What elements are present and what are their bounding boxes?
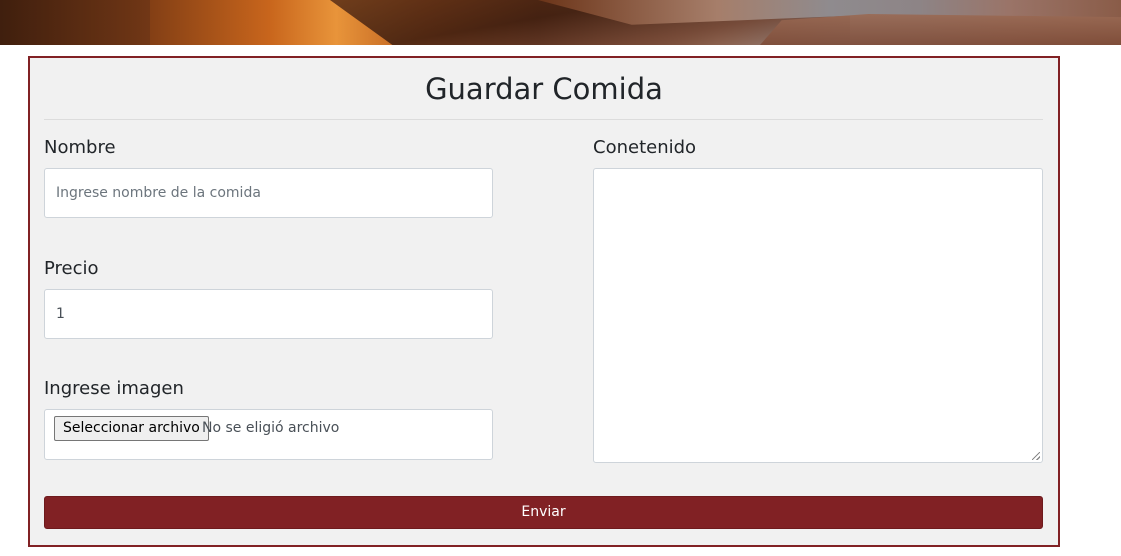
form-title: Guardar Comida xyxy=(425,72,663,106)
resize-grip-icon[interactable] xyxy=(1032,452,1040,460)
imagen-label: Ingrese imagen xyxy=(44,378,184,399)
submit-button[interactable]: Enviar xyxy=(44,496,1043,529)
save-food-form: Guardar Comida Nombre Ingrese nombre de … xyxy=(28,56,1060,547)
select-file-button[interactable]: Seleccionar archivo xyxy=(54,416,209,441)
file-status-text: No se eligió archivo xyxy=(202,420,340,436)
precio-label: Precio xyxy=(44,258,99,279)
nombre-input[interactable]: Ingrese nombre de la comida xyxy=(44,168,493,218)
title-divider xyxy=(44,119,1043,120)
banner-shade xyxy=(0,0,150,45)
contenido-label: Conetenido xyxy=(593,137,697,158)
header-banner-image xyxy=(0,0,1121,45)
nombre-input-placeholder: Ingrese nombre de la comida xyxy=(56,185,261,201)
precio-input-value: 1 xyxy=(56,306,65,322)
imagen-file-input[interactable]: Seleccionar archivo No se eligió archivo xyxy=(44,409,493,460)
banner-food-edge xyxy=(760,14,1121,45)
contenido-textarea[interactable] xyxy=(593,168,1043,463)
nombre-label: Nombre xyxy=(44,137,116,158)
precio-input[interactable]: 1 xyxy=(44,289,493,339)
